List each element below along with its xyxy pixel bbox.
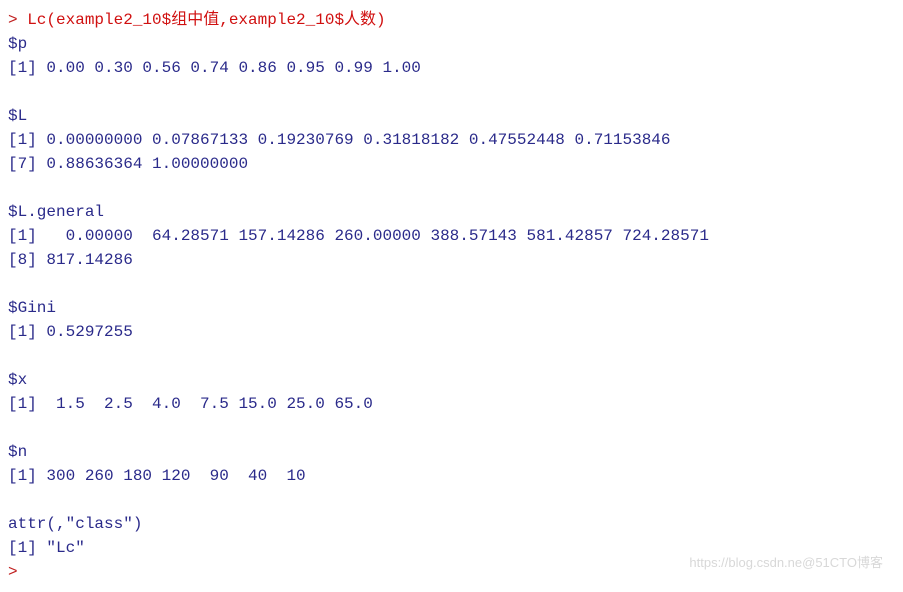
output-n-values: [1] 300 260 180 120 90 40 10 — [8, 464, 895, 488]
output-L-general-line2: [8] 817.14286 — [8, 248, 895, 272]
blank-line — [8, 488, 895, 512]
output-L-general-label: $L.general — [8, 200, 895, 224]
output-L-label: $L — [8, 104, 895, 128]
blank-line — [8, 80, 895, 104]
output-p-values: [1] 0.00 0.30 0.56 0.74 0.86 0.95 0.99 1… — [8, 56, 895, 80]
output-attr-value: [1] "Lc" — [8, 536, 895, 560]
output-gini-label: $Gini — [8, 296, 895, 320]
output-L-line2: [7] 0.88636364 1.00000000 — [8, 152, 895, 176]
blank-line — [8, 272, 895, 296]
blank-line — [8, 344, 895, 368]
output-L-line1: [1] 0.00000000 0.07867133 0.19230769 0.3… — [8, 128, 895, 152]
r-command: Lc(example2_10$组中值,example2_10$人数) — [27, 11, 385, 29]
output-p-label: $p — [8, 32, 895, 56]
output-x-label: $x — [8, 368, 895, 392]
final-prompt[interactable]: > — [8, 560, 895, 584]
output-x-values: [1] 1.5 2.5 4.0 7.5 15.0 25.0 65.0 — [8, 392, 895, 416]
output-attr-label: attr(,"class") — [8, 512, 895, 536]
output-L-general-line1: [1] 0.00000 64.28571 157.14286 260.00000… — [8, 224, 895, 248]
blank-line — [8, 416, 895, 440]
prompt-symbol: > — [8, 11, 27, 29]
output-n-label: $n — [8, 440, 895, 464]
output-gini-value: [1] 0.5297255 — [8, 320, 895, 344]
command-line: > Lc(example2_10$组中值,example2_10$人数) — [8, 8, 895, 32]
blank-line — [8, 176, 895, 200]
